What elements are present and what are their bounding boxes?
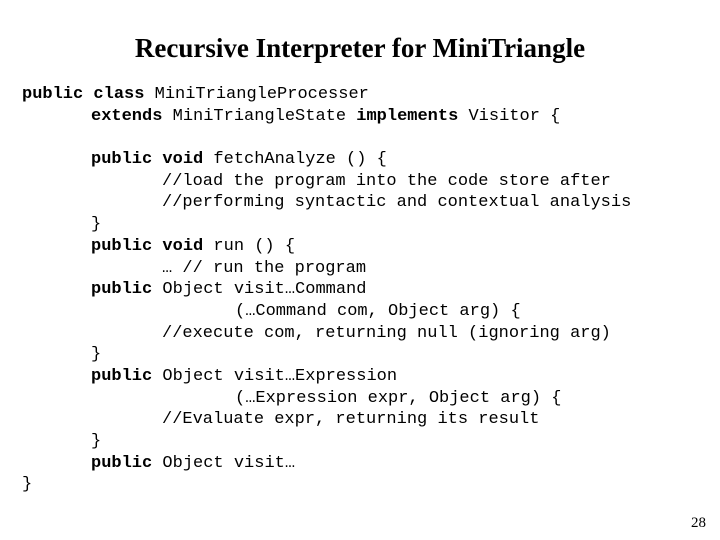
code-block: public class MiniTriangleProcesser extend…	[0, 84, 720, 496]
code-text: Object visit…	[162, 453, 296, 473]
code-keyword: public void	[91, 150, 214, 170]
code-keyword: public	[91, 280, 163, 300]
code-line: public Object visit…Expression	[0, 366, 720, 388]
code-text: Visitor {	[468, 106, 561, 126]
code-line: }	[0, 344, 720, 366]
code-line: public Object visit…Command	[0, 279, 720, 301]
code-text: Object visit…Expression	[162, 366, 398, 386]
code-line: public Object visit…	[0, 453, 720, 475]
code-line: //performing syntactic and contextual an…	[0, 192, 720, 214]
code-text: //load the program into the code store a…	[162, 171, 611, 191]
page-title: Recursive Interpreter for MiniTriangle	[134, 33, 586, 64]
code-text: … // run the program	[162, 258, 367, 278]
code-keyword: public void	[91, 236, 214, 256]
code-text: fetchAnalyze () {	[213, 150, 387, 170]
code-line: (…Expression expr, Object arg) {	[0, 388, 720, 410]
code-line: (…Command com, Object arg) {	[0, 301, 720, 323]
slide: Recursive Interpreter for MiniTriangle p…	[0, 0, 720, 540]
code-text: }	[91, 432, 102, 451]
code-line: public void fetchAnalyze () {	[0, 149, 720, 171]
code-line: extends MiniTriangleState implements Vis…	[0, 106, 720, 128]
code-text: MiniTriangleProcesser	[154, 85, 369, 104]
code-line: //load the program into the code store a…	[0, 171, 720, 193]
code-text: Object visit…Command	[162, 280, 367, 300]
code-text: //performing syntactic and contextual an…	[162, 193, 632, 213]
code-keyword: extends	[91, 106, 173, 126]
code-text: //Evaluate expr, returning its result	[162, 410, 540, 430]
code-text: (…Command com, Object arg) {	[235, 301, 521, 321]
code-keyword: public	[91, 453, 163, 473]
code-text: }	[91, 345, 102, 365]
code-line: //execute com, returning null (ignoring …	[0, 323, 720, 345]
code-keyword: public class	[22, 85, 155, 104]
code-line: //Evaluate expr, returning its result	[0, 409, 720, 431]
code-line: }	[0, 431, 720, 453]
code-keyword: implements	[356, 106, 469, 126]
code-line: public class MiniTriangleProcesser	[0, 84, 720, 106]
code-text: //execute com, returning null (ignoring …	[162, 323, 611, 343]
code-text: run () {	[213, 236, 296, 256]
code-text: MiniTriangleState	[172, 106, 357, 126]
code-text: (…Expression expr, Object arg) {	[235, 388, 562, 408]
page-number: 28	[691, 515, 706, 531]
code-keyword: public	[91, 366, 163, 386]
code-text: }	[22, 475, 33, 495]
code-line: … // run the program	[0, 258, 720, 280]
code-line: public void run () {	[0, 236, 720, 258]
code-text: }	[91, 215, 102, 235]
code-line: }	[0, 214, 720, 236]
code-line: }	[0, 474, 720, 496]
